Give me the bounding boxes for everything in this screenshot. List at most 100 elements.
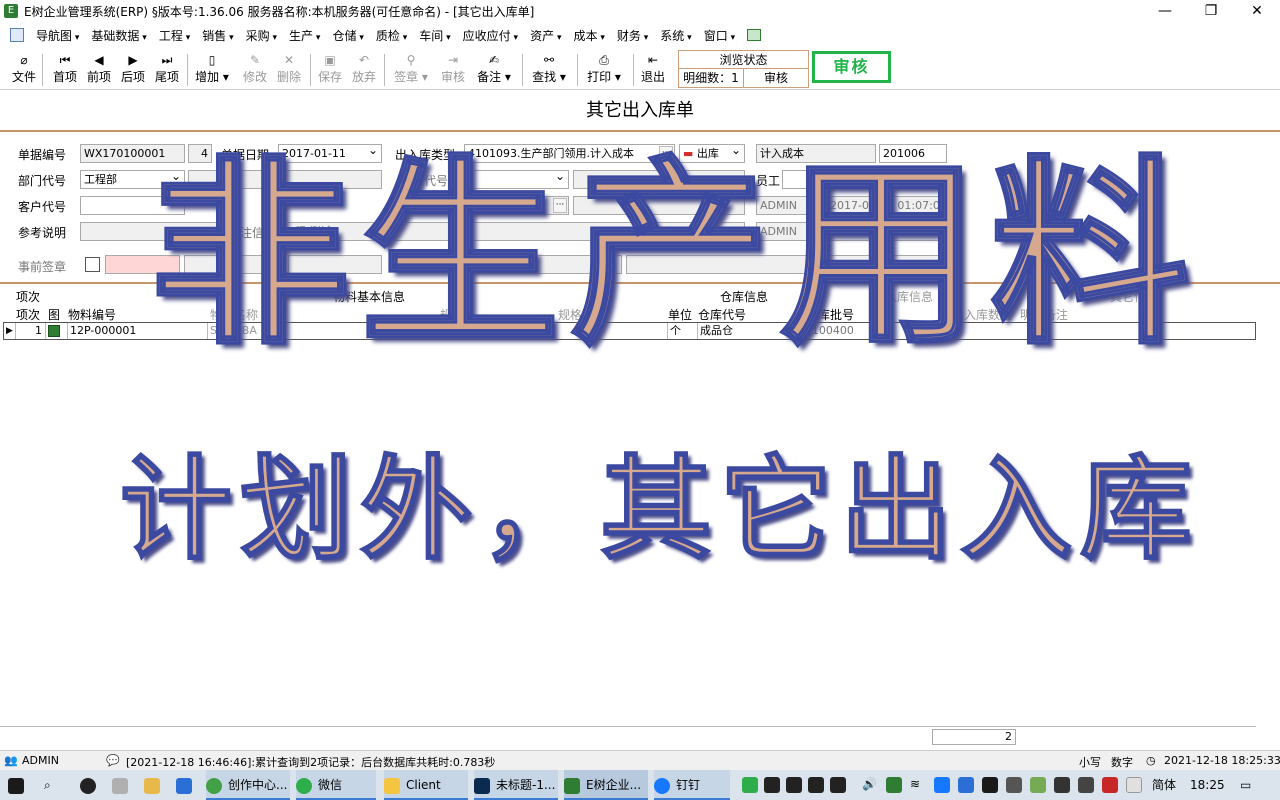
menu-app-icon[interactable]	[10, 28, 24, 42]
minimize-button[interactable]: —	[1142, 0, 1188, 22]
num-indicator: 数字	[1111, 756, 1133, 769]
tray-b-icon[interactable]	[958, 777, 974, 793]
tray-wechat-icon[interactable]	[742, 777, 758, 793]
doc-no-label: 单据编号	[18, 148, 67, 162]
close-button[interactable]: ✕	[1234, 0, 1280, 22]
first-button[interactable]: ⏮ 首项	[50, 52, 80, 85]
group-item-no: 项次	[16, 290, 41, 304]
tray-window-icon[interactable]	[1126, 777, 1142, 793]
delete-icon: ✕	[283, 53, 295, 67]
menu-window[interactable]: 窗口	[698, 27, 741, 44]
status-bar: 👥 ADMIN 💬 [2021-12-18 16:46:46]:累计查询到2项记…	[0, 750, 1280, 770]
delete-button[interactable]: ✕ 删除	[274, 52, 304, 85]
find-button[interactable]: ⚯ 查找 ▾	[527, 52, 571, 85]
save-button[interactable]: ▣ 保存	[315, 52, 345, 85]
wechat-icon	[296, 777, 312, 794]
undo-icon: ↶	[358, 53, 370, 67]
last-button[interactable]: ⏭ 尾项	[152, 52, 182, 85]
wifi-icon[interactable]: ≋	[910, 777, 926, 793]
document-title: 其它出入库单	[0, 90, 1280, 132]
taskbar: ⌕ 创作中心... 微信 Client 未标题-1... E树企业... 钉钉 …	[0, 770, 1280, 800]
audit-button[interactable]: ⇥ 审核	[438, 52, 468, 85]
next-button[interactable]: ▶ 后项	[118, 52, 148, 85]
menu-sales[interactable]: 销售	[196, 27, 239, 44]
tray-shield-icon[interactable]	[1006, 777, 1022, 793]
clock-icon: ◷	[1146, 754, 1156, 767]
tray-nvidia-icon[interactable]	[982, 777, 998, 793]
tray-qq-icon-2[interactable]	[786, 777, 802, 793]
tray-green-icon[interactable]	[886, 777, 902, 793]
menu-quality[interactable]: 质检	[370, 27, 413, 44]
presign-label: 事前签章	[18, 260, 67, 274]
menu-engineering[interactable]: 工程	[153, 27, 196, 44]
note-button[interactable]: ✍ 备注 ▾	[472, 52, 516, 85]
sign-button[interactable]: ⚲ 签章 ▾	[390, 52, 432, 85]
audit-stamp: 审核	[812, 51, 891, 83]
exit-button[interactable]: ⇤ 退出	[638, 52, 668, 85]
discard-button[interactable]: ↶ 放弃	[349, 52, 379, 85]
col-material-code[interactable]: 物料编号	[68, 306, 116, 323]
file-button[interactable]: ⌀ 文件	[10, 52, 38, 85]
search-icon[interactable]: ⌕	[44, 770, 51, 800]
dept-label: 部门代号	[18, 174, 67, 188]
tray-monitor-icon[interactable]	[1078, 777, 1094, 793]
menu-purchase[interactable]: 采购	[240, 27, 283, 44]
taskbar-clock[interactable]: 18:25	[1190, 770, 1225, 800]
app-blue-icon[interactable]	[176, 770, 198, 800]
paperclip-icon: ⌀	[20, 53, 28, 67]
material-image-icon	[48, 325, 60, 337]
window-layout-icon[interactable]	[747, 29, 762, 41]
taskbar-item-photoshop[interactable]: 未标题-1...	[474, 770, 558, 800]
restore-button[interactable]: ❐	[1188, 0, 1234, 22]
tray-blue-icon[interactable]	[934, 777, 950, 793]
taskbar-item-client[interactable]: Client	[384, 770, 468, 800]
tray-qq-icon-4[interactable]	[830, 777, 846, 793]
menu-bar: 导航图 基础数据 工程 销售 采购 生产 仓储 质检 车间 应收应付 资产 成本…	[0, 24, 1280, 46]
tray-battery-icon[interactable]	[1054, 777, 1070, 793]
status-user: ADMIN	[22, 754, 59, 767]
taskbar-item-erp[interactable]: E树企业...	[564, 770, 648, 800]
menu-system[interactable]: 系统	[654, 27, 697, 44]
menu-assets[interactable]: 资产	[524, 27, 567, 44]
menu-navigator[interactable]: 导航图	[30, 27, 85, 44]
binoculars-icon: ⚯	[543, 53, 555, 67]
start-icon[interactable]	[8, 770, 30, 800]
menu-production[interactable]: 生产	[283, 27, 326, 44]
edit-button[interactable]: ✎ 修改	[240, 52, 270, 85]
folder-icon[interactable]	[144, 770, 166, 800]
tray-qq-icon-3[interactable]	[808, 777, 824, 793]
presign-checkbox[interactable]	[85, 257, 100, 272]
save-icon: ▣	[324, 53, 336, 67]
menu-workshop[interactable]: 车间	[413, 27, 456, 44]
customer-label: 客户代号	[18, 200, 67, 214]
print-button[interactable]: ⎙ 打印 ▾	[582, 52, 626, 85]
add-button[interactable]: ▯ 增加 ▾	[192, 52, 232, 85]
ime-indicator[interactable]: 简体	[1152, 770, 1176, 800]
col-item-no[interactable]: 项次	[16, 306, 40, 323]
brush-icon[interactable]	[112, 770, 134, 800]
volume-icon[interactable]: 🔊	[862, 777, 878, 793]
row-image-cell[interactable]	[46, 323, 68, 339]
tray-mcafee-icon[interactable]	[1102, 777, 1118, 793]
tray-app-icon[interactable]	[1030, 777, 1046, 793]
notification-icon[interactable]: ▭	[1240, 770, 1251, 800]
menu-warehouse[interactable]: 仓储	[326, 27, 369, 44]
printer-icon: ⎙	[599, 53, 609, 67]
taskbar-item-wechat[interactable]: 微信	[296, 770, 376, 800]
record-count: 2	[932, 729, 1016, 745]
ref-label: 参考说明	[18, 226, 67, 240]
menu-finance[interactable]: 财务	[611, 27, 654, 44]
browse-status-panel: 浏览状态 明细数：1 审核	[678, 50, 809, 88]
row-item-no: 1	[16, 323, 46, 339]
col-img[interactable]: 图	[48, 306, 60, 323]
qq-icon[interactable]	[80, 770, 102, 800]
menu-basic-data[interactable]: 基础数据	[85, 27, 152, 44]
menu-receivable-payable[interactable]: 应收应付	[457, 27, 524, 44]
overlay-title: 非生产用料	[149, 137, 1201, 372]
taskbar-item-creation-center[interactable]: 创作中心...	[206, 770, 290, 800]
erp-icon	[564, 777, 580, 794]
taskbar-item-dingtalk[interactable]: 钉钉	[654, 770, 730, 800]
tray-qq-icon[interactable]	[764, 777, 780, 793]
menu-cost[interactable]: 成本	[567, 27, 610, 44]
prev-button[interactable]: ◀ 前项	[84, 52, 114, 85]
